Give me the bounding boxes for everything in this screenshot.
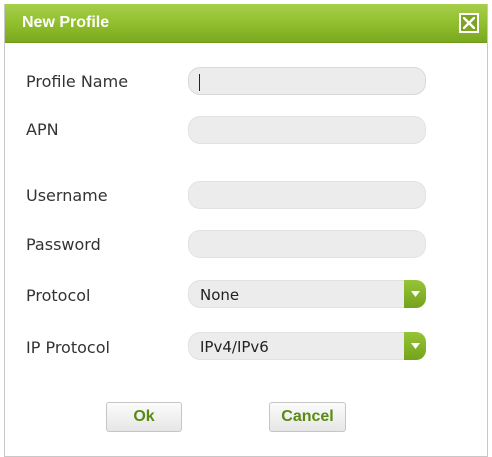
apn-input[interactable] <box>188 116 426 144</box>
ok-button[interactable]: Ok <box>106 402 182 432</box>
profile-name-label: Profile Name <box>26 72 129 91</box>
cancel-button[interactable]: Cancel <box>269 402 346 432</box>
ip-protocol-select[interactable]: IPv4/IPv6 <box>188 332 426 360</box>
protocol-select[interactable]: None <box>188 280 426 308</box>
chevron-down-icon <box>410 343 420 349</box>
ip-protocol-selected-value: IPv4/IPv6 <box>200 338 269 356</box>
ip-protocol-dropdown-button[interactable] <box>404 332 426 360</box>
username-label: Username <box>26 186 108 205</box>
text-caret <box>199 74 200 91</box>
protocol-label: Protocol <box>26 286 91 305</box>
password-input[interactable] <box>188 230 426 258</box>
protocol-dropdown-button[interactable] <box>404 280 426 308</box>
password-label: Password <box>26 235 101 254</box>
ip-protocol-label: IP Protocol <box>26 338 110 357</box>
username-input[interactable] <box>188 181 426 209</box>
new-profile-dialog: New Profile Profile Name APN Username Pa… <box>4 4 488 457</box>
chevron-down-icon <box>410 291 420 297</box>
close-button[interactable] <box>459 13 479 33</box>
dialog-titlebar: New Profile <box>5 4 487 43</box>
protocol-selected-value: None <box>200 286 240 304</box>
close-icon <box>463 17 475 29</box>
apn-label: APN <box>26 120 59 139</box>
dialog-title: New Profile <box>22 14 110 31</box>
profile-name-input[interactable] <box>188 67 426 95</box>
